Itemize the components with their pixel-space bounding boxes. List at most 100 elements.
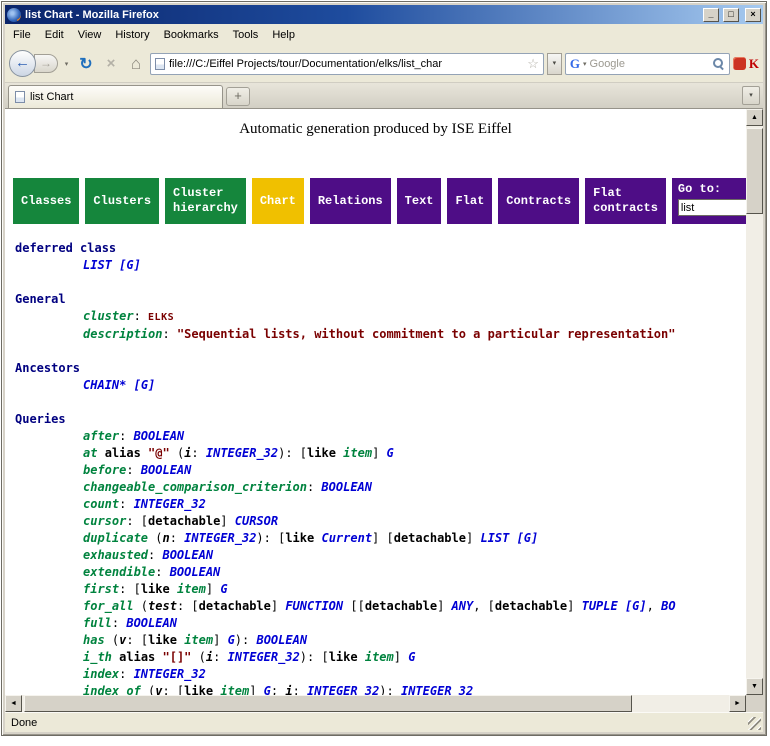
doc-seg-cls[interactable]: BOOLEAN [134,429,185,443]
scroll-down-button[interactable]: ▼ [746,678,763,695]
doc-seg-cls[interactable]: BOOLEAN [170,565,221,579]
doc-seg-cls[interactable]: FUNCTION [285,599,343,613]
doc-seg-feat[interactable]: full [83,616,112,630]
doc-seg-feat[interactable]: duplicate [83,531,148,545]
reload-icon[interactable]: ↻ [75,54,97,74]
doc-seg-cls[interactable]: INTEGER_32 [228,650,300,664]
doc-seg-cls[interactable]: INTEGER_32 [134,667,206,681]
doc-seg-feat[interactable]: index_of [83,684,141,695]
doc-seg-feat[interactable]: count [83,497,119,511]
doc-seg-cls[interactable]: G [220,582,227,596]
menu-item-history[interactable]: History [109,27,155,43]
doc-seg-cls[interactable]: LIST [83,258,112,272]
doc-seg-cls[interactable]: BOOLEAN [162,548,213,562]
doc-seg-cls[interactable]: CHAIN* [83,378,126,392]
vertical-scroll-track[interactable] [746,126,763,678]
doc-seg-cls[interactable]: [G] [134,378,156,392]
doc-seg-cls[interactable]: G [264,684,271,695]
doc-seg-feat[interactable]: item [365,650,394,664]
doc-seg-cls[interactable]: G [387,446,394,460]
doc-seg-cls[interactable]: ANY [452,599,474,613]
doc-seg-feat[interactable]: cursor [83,514,126,528]
minimize-button[interactable]: _ [703,8,719,22]
doc-seg-feat[interactable]: for_all [83,599,134,613]
vertical-scroll-thumb[interactable] [746,128,763,214]
doc-seg-feat[interactable]: item [184,633,213,647]
doc-seg-feat[interactable]: at [83,446,97,460]
doc-seg-cls[interactable]: LIST [480,531,509,545]
nav-button-flat-contracts[interactable]: Flat contracts [585,178,666,224]
doc-seg-cls[interactable]: BOOLEAN [256,633,307,647]
menu-item-help[interactable]: Help [266,27,301,43]
doc-seg-cls[interactable]: INTEGER_32 [401,684,473,695]
doc-seg-feat[interactable]: extendible [83,565,155,579]
nav-button-clusters[interactable]: Clusters [85,178,159,224]
doc-seg-cls[interactable]: Current [321,531,372,545]
history-dropdown-icon[interactable]: ▾ [61,60,72,68]
nav-button-cluster-hierarchy[interactable]: Cluster hierarchy [165,178,246,224]
doc-seg-cls[interactable]: BO [661,599,675,613]
doc-seg-feat[interactable]: item [220,684,249,695]
doc-seg-feat[interactable]: item [343,446,372,460]
address-bar[interactable]: file:///C:/Eiffel Projects/tour/Document… [150,53,544,75]
search-icon[interactable] [712,57,725,70]
horizontal-scrollbar[interactable]: ◄ ► [5,695,746,712]
horizontal-scroll-thumb[interactable] [24,695,632,712]
doc-seg-cls[interactable]: INTEGER_32 [307,684,379,695]
doc-seg-feat[interactable]: item [177,582,206,596]
menu-item-bookmarks[interactable]: Bookmarks [158,27,225,43]
doc-seg-cls[interactable]: [G] [517,531,539,545]
doc-seg-cls[interactable]: INTEGER_32 [206,446,278,460]
new-tab-button[interactable]: + [226,87,250,106]
doc-seg-cls[interactable]: BOOLEAN [321,480,372,494]
doc-seg-feat[interactable]: i_th [83,650,112,664]
vertical-scrollbar[interactable]: ▲ ▼ [746,109,763,695]
maximize-button[interactable]: □ [723,8,739,22]
doc-seg-feat[interactable]: first [83,582,119,596]
resize-grip[interactable] [748,717,761,730]
url-text[interactable]: file:///C:/Eiffel Projects/tour/Document… [169,58,523,70]
doc-seg-feat[interactable]: exhausted [83,548,148,562]
home-icon[interactable]: ⌂ [125,54,147,74]
doc-seg-cls[interactable]: [G] [119,258,141,272]
doc-seg-feat[interactable]: changeable_comparison_criterion [83,480,307,494]
scroll-left-button[interactable]: ◄ [5,695,22,712]
goto-input[interactable] [678,199,746,216]
tab-list-chart[interactable]: list Chart [8,85,223,108]
doc-seg-feat[interactable]: cluster [83,309,134,323]
stop-icon[interactable]: × [100,55,122,72]
doc-seg-feat[interactable]: before [83,463,126,477]
doc-seg-feat[interactable]: after [83,429,119,443]
menu-item-view[interactable]: View [72,27,108,43]
forward-button[interactable]: → [34,54,58,73]
nav-button-classes[interactable]: Classes [13,178,79,224]
doc-seg-cls[interactable]: INTEGER_32 [134,497,206,511]
addon-icon-red[interactable] [733,57,746,70]
horizontal-scroll-track[interactable] [22,695,729,712]
doc-seg-cls[interactable]: [G] [625,599,647,613]
menu-item-edit[interactable]: Edit [39,27,70,43]
url-dropdown-button[interactable]: ▾ [547,53,562,75]
doc-seg-cls[interactable]: BOOLEAN [126,616,177,630]
doc-seg-feat[interactable]: has [83,633,105,647]
nav-button-contracts[interactable]: Contracts [498,178,579,224]
doc-seg-cls[interactable]: G [408,650,415,664]
doc-seg-cls[interactable]: CURSOR [235,514,278,528]
doc-seg-cls[interactable]: G [228,633,235,647]
doc-seg-feat[interactable]: index [83,667,119,681]
scroll-right-button[interactable]: ► [729,695,746,712]
addon-icon-k[interactable]: K [749,56,759,72]
close-button[interactable]: × [745,8,761,22]
nav-button-chart[interactable]: Chart [252,178,304,224]
nav-button-flat[interactable]: Flat [447,178,492,224]
nav-button-relations[interactable]: Relations [310,178,391,224]
scroll-up-button[interactable]: ▲ [746,109,763,126]
doc-seg-cls[interactable]: TUPLE [582,599,618,613]
doc-seg-cls[interactable]: INTEGER_32 [184,531,256,545]
menu-item-file[interactable]: File [7,27,37,43]
bookmark-star-icon[interactable]: ☆ [527,56,539,72]
search-box[interactable]: G ▾ Google [565,53,730,75]
doc-seg-feat[interactable]: description [83,327,162,341]
menu-item-tools[interactable]: Tools [227,27,265,43]
search-input[interactable]: Google [590,58,709,70]
